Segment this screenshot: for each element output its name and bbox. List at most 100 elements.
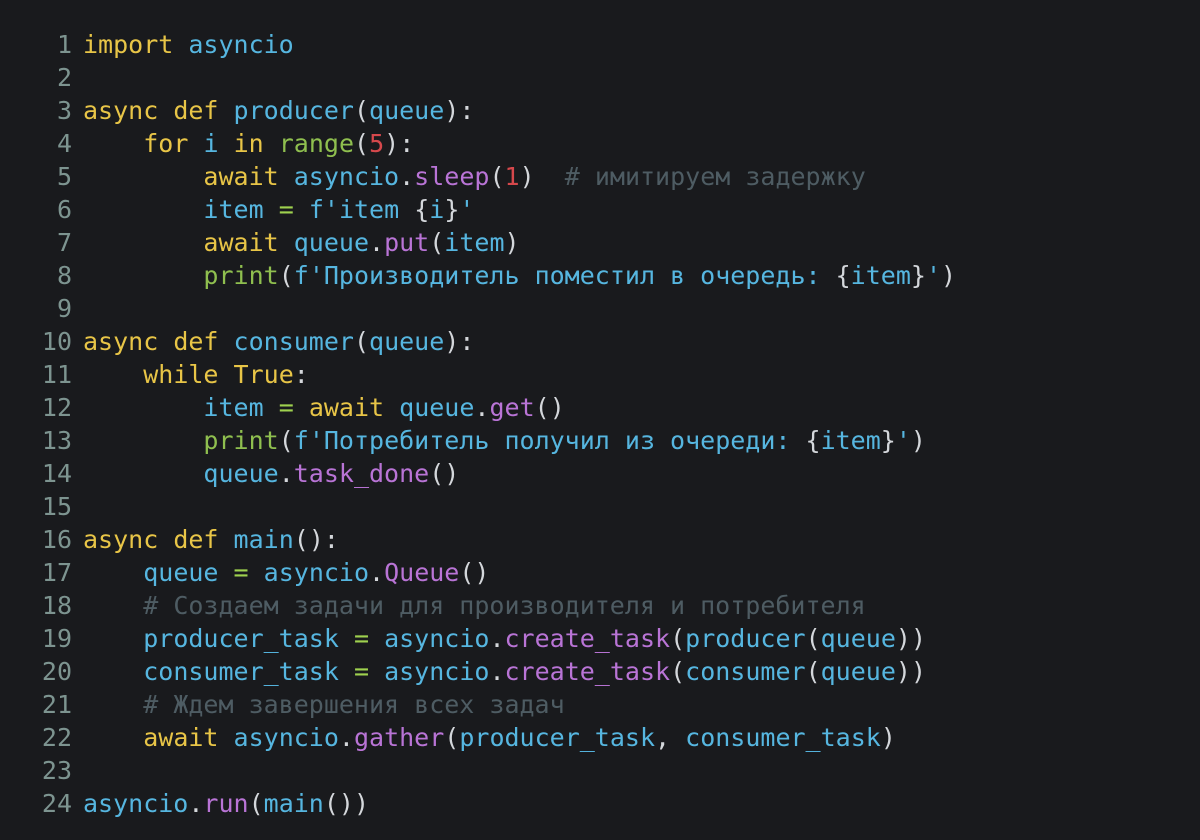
line-number: 12 — [41, 393, 72, 422]
code-line[interactable]: 13 print(f'Потребитель получил из очеред… — [0, 424, 1200, 457]
token-punct: : — [459, 327, 475, 356]
token-keyword: async — [83, 96, 159, 125]
line-content[interactable]: await asyncio.gather(producer_task, cons… — [72, 721, 896, 754]
token-punct: , — [655, 723, 671, 752]
token-keyword: await — [143, 723, 219, 752]
token-builtin: print — [203, 261, 279, 290]
code-line[interactable]: 19 producer_task = asyncio.create_task(p… — [0, 622, 1200, 655]
code-line[interactable]: 22 await asyncio.gather(producer_task, c… — [0, 721, 1200, 754]
line-number: 2 — [56, 63, 72, 92]
token-fprefix: f — [308, 195, 324, 224]
token-punct: ( — [444, 723, 460, 752]
line-content[interactable]: producer_task = asyncio.create_task(prod… — [72, 622, 926, 655]
token-name: queue — [820, 624, 896, 653]
token-punct: ) — [910, 426, 926, 455]
line-content[interactable]: await queue.put(item) — [72, 226, 519, 259]
token-comment: # имитируем задержку — [564, 162, 866, 191]
code-line[interactable]: 4 for i in range(5): — [0, 127, 1200, 160]
code-line[interactable]: 14 queue.task_done() — [0, 457, 1200, 490]
code-line[interactable]: 23 — [0, 754, 1200, 787]
code-line[interactable]: 5 await asyncio.sleep(1) # имитируем зад… — [0, 160, 1200, 193]
code-line[interactable]: 20 consumer_task = asyncio.create_task(c… — [0, 655, 1200, 688]
line-content[interactable]: async def consumer(queue): — [72, 325, 474, 358]
line-content[interactable]: # Ждем завершения всех задач — [72, 688, 564, 721]
token-interp: { — [835, 261, 851, 290]
line-number: 6 — [56, 195, 72, 224]
token-punct: ( — [248, 789, 264, 818]
code-line[interactable]: 11 while True: — [0, 358, 1200, 391]
code-line[interactable]: 21 # Ждем завершения всех задач — [0, 688, 1200, 721]
token-string: i — [429, 195, 445, 224]
code-line[interactable]: 9 — [0, 292, 1200, 325]
token-punct: . — [489, 624, 505, 653]
line-content[interactable]: queue = asyncio.Queue() — [72, 556, 489, 589]
token-punct: : — [399, 129, 415, 158]
code-line[interactable]: 6 item = f'item {i}' — [0, 193, 1200, 226]
code-line[interactable]: 18 # Создаем задачи для производителя и … — [0, 589, 1200, 622]
token-punct: ) — [444, 96, 460, 125]
code-line[interactable]: 12 item = await queue.get() — [0, 391, 1200, 424]
line-content[interactable]: asyncio.run(main()) — [72, 787, 369, 820]
line-content[interactable]: while True: — [72, 358, 309, 391]
code-line[interactable]: 17 queue = asyncio.Queue() — [0, 556, 1200, 589]
token-method: create_task — [504, 624, 671, 653]
code-line[interactable]: 7 await queue.put(item) — [0, 226, 1200, 259]
line-number: 3 — [56, 96, 72, 125]
line-content[interactable]: print(f'Производитель поместил в очередь… — [72, 259, 956, 292]
line-content[interactable]: item = await queue.get() — [72, 391, 565, 424]
token-punct: () — [429, 459, 460, 488]
token-keyword: async — [83, 327, 159, 356]
line-content[interactable]: await asyncio.sleep(1) # имитируем задер… — [72, 160, 866, 193]
code-line[interactable]: 24 asyncio.run(main()) — [0, 787, 1200, 820]
code-line[interactable]: 2 — [0, 61, 1200, 94]
token-fprefix: f — [293, 426, 309, 455]
token-name: producer — [685, 624, 806, 653]
line-number: 16 — [41, 525, 72, 554]
line-content[interactable]: queue.task_done() — [72, 457, 459, 490]
token-name: queue — [293, 228, 370, 257]
line-content[interactable]: print(f'Потребитель получил из очереди: … — [72, 424, 926, 457]
token-builtin: print — [203, 426, 279, 455]
code-line[interactable]: 10 async def consumer(queue): — [0, 325, 1200, 358]
line-number: 11 — [41, 360, 72, 389]
token-operator: = — [233, 558, 249, 587]
code-line[interactable]: 3 async def producer(queue): — [0, 94, 1200, 127]
token-punct: ) — [519, 162, 535, 191]
token-method: gather — [353, 723, 445, 752]
code-line[interactable]: 15 — [0, 490, 1200, 523]
line-content[interactable]: async def producer(queue): — [72, 94, 474, 127]
token-punct: ( — [670, 624, 686, 653]
line-content[interactable]: for i in range(5): — [72, 127, 414, 160]
token-comment: # Создаем задачи для производителя и пот… — [143, 591, 866, 620]
code-line[interactable]: 8 print(f'Производитель поместил в очере… — [0, 259, 1200, 292]
token-string: ' — [459, 195, 475, 224]
token-punct: : — [323, 525, 339, 554]
line-content[interactable]: import asyncio — [72, 28, 294, 61]
token-method: put — [384, 228, 430, 257]
token-keyword: True — [233, 360, 294, 389]
token-keyword: await — [308, 393, 385, 422]
line-content[interactable]: async def main(): — [72, 523, 339, 556]
code-editor-viewport[interactable]: 1 import asyncio 2 3 async def producer(queu… — [0, 0, 1200, 840]
line-content[interactable]: # Создаем задачи для производителя и пот… — [72, 589, 866, 622]
line-content[interactable]: consumer_task = asyncio.create_task(cons… — [72, 655, 926, 688]
token-name: consumer_task — [685, 723, 881, 752]
code-line[interactable]: 16 async def main(): — [0, 523, 1200, 556]
token-punct: () — [534, 393, 565, 422]
code-line[interactable]: 1 import asyncio — [0, 28, 1200, 61]
token-name: consumer_task — [143, 657, 339, 686]
token-interp: } — [880, 426, 896, 455]
line-content[interactable]: item = f'item {i}' — [72, 193, 474, 226]
